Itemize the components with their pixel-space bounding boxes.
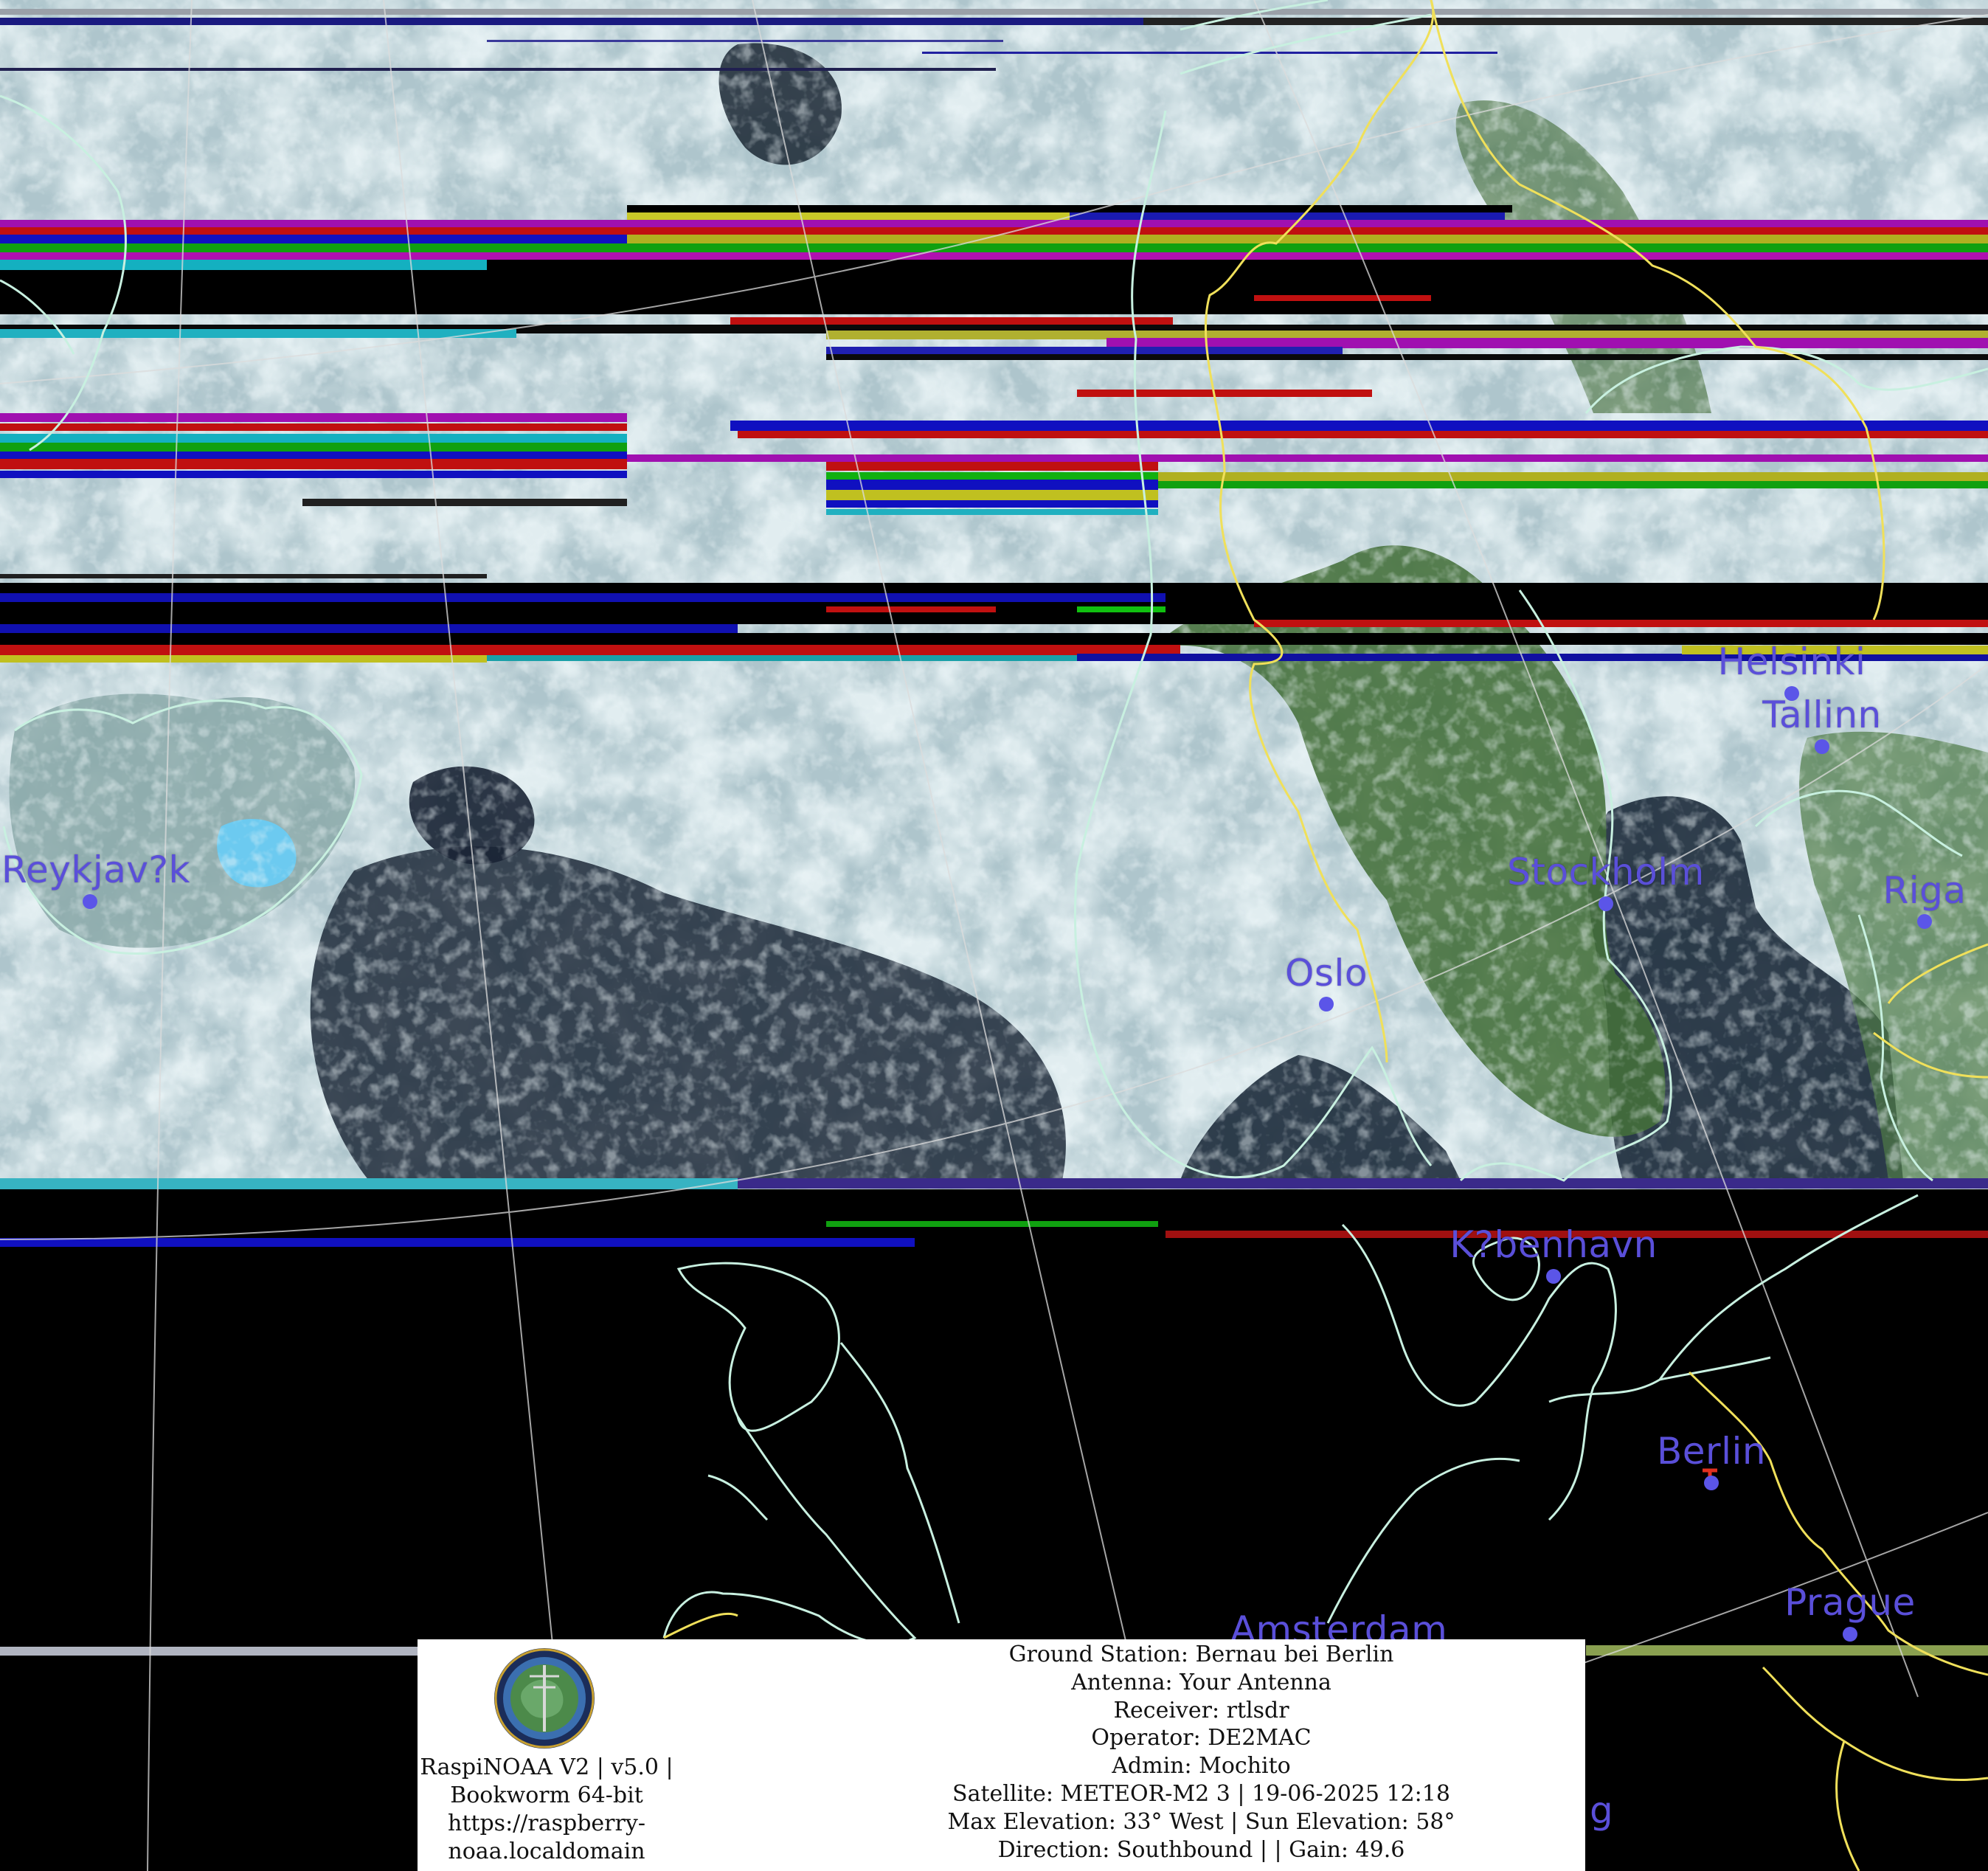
software-line-2: Bookworm 64-bit <box>450 1782 643 1808</box>
ground-station-line: Ground Station: Bernau bei Berlin <box>1008 1642 1394 1667</box>
city-dot-kobenhavn <box>1546 1269 1561 1284</box>
city-dot-stockholm <box>1599 896 1613 911</box>
city-label-kobenhavn: K?benhavn <box>1450 1223 1658 1266</box>
city-label-stockholm: Stockholm <box>1507 851 1705 893</box>
city-dot-tallinn <box>1815 739 1829 754</box>
city-label-oslo: Oslo <box>1285 952 1368 995</box>
software-line-1: RaspiNOAA V2 | v5.0 | <box>420 1754 673 1780</box>
satellite-line: Satellite: METEOR-M2 3 | 19-06-2025 12:1… <box>952 1780 1450 1807</box>
city-dot-berlin <box>1704 1476 1719 1490</box>
admin-line: Admin: Mochito <box>1112 1753 1291 1780</box>
elevation-line: Max Elevation: 33° West | Sun Elevation:… <box>947 1808 1455 1835</box>
pass-details: Ground Station: Bernau bei Berlin Antenn… <box>816 1641 1587 1864</box>
info-panel: RaspiNOAA V2 | v5.0 | Bookworm 64-bit ht… <box>418 1639 1585 1871</box>
satellite-map <box>0 0 1988 1871</box>
receiver-line: Receiver: rtlsdr <box>1113 1697 1289 1723</box>
city-label-reykjavik: Reykjav?k <box>1 848 190 891</box>
band-bottom-purple <box>738 1178 1988 1189</box>
city-label-fragment: g <box>1590 1789 1613 1832</box>
city-dot-reykjavik <box>83 894 97 909</box>
city-label-prague: Prague <box>1784 1581 1916 1624</box>
operator-line: Operator: DE2MAC <box>1091 1725 1312 1751</box>
station-software-info: RaspiNOAA V2 | v5.0 | Bookworm 64-bit ht… <box>418 1754 676 1866</box>
raspinoaa-logo-icon <box>494 1648 595 1749</box>
city-label-riga: Riga <box>1883 869 1967 912</box>
city-dot-oslo <box>1319 997 1334 1011</box>
direction-gain-line: Direction: Southbound | | Gain: 49.6 <box>997 1836 1405 1863</box>
city-label-tallinn: Tallinn <box>1762 694 1882 736</box>
band-bottom-cyan <box>0 1178 738 1190</box>
noise-line-low-1 <box>0 1238 915 1247</box>
city-label-helsinki: Helsinki <box>1717 640 1866 683</box>
city-dot-riga <box>1917 914 1932 929</box>
software-line-4: noaa.localdomain <box>448 1839 645 1864</box>
software-line-3: https://raspberry- <box>448 1811 645 1836</box>
city-dot-prague <box>1843 1627 1857 1642</box>
city-label-berlin: Berlin <box>1656 1430 1767 1473</box>
noise-line-low-4 <box>0 1647 420 1656</box>
noise-line-low-2 <box>826 1221 1158 1227</box>
satellite-image: Reykjav?k Oslo Stockholm Helsinki Tallin… <box>0 0 1988 1871</box>
antenna-line: Antenna: Your Antenna <box>1071 1669 1331 1695</box>
